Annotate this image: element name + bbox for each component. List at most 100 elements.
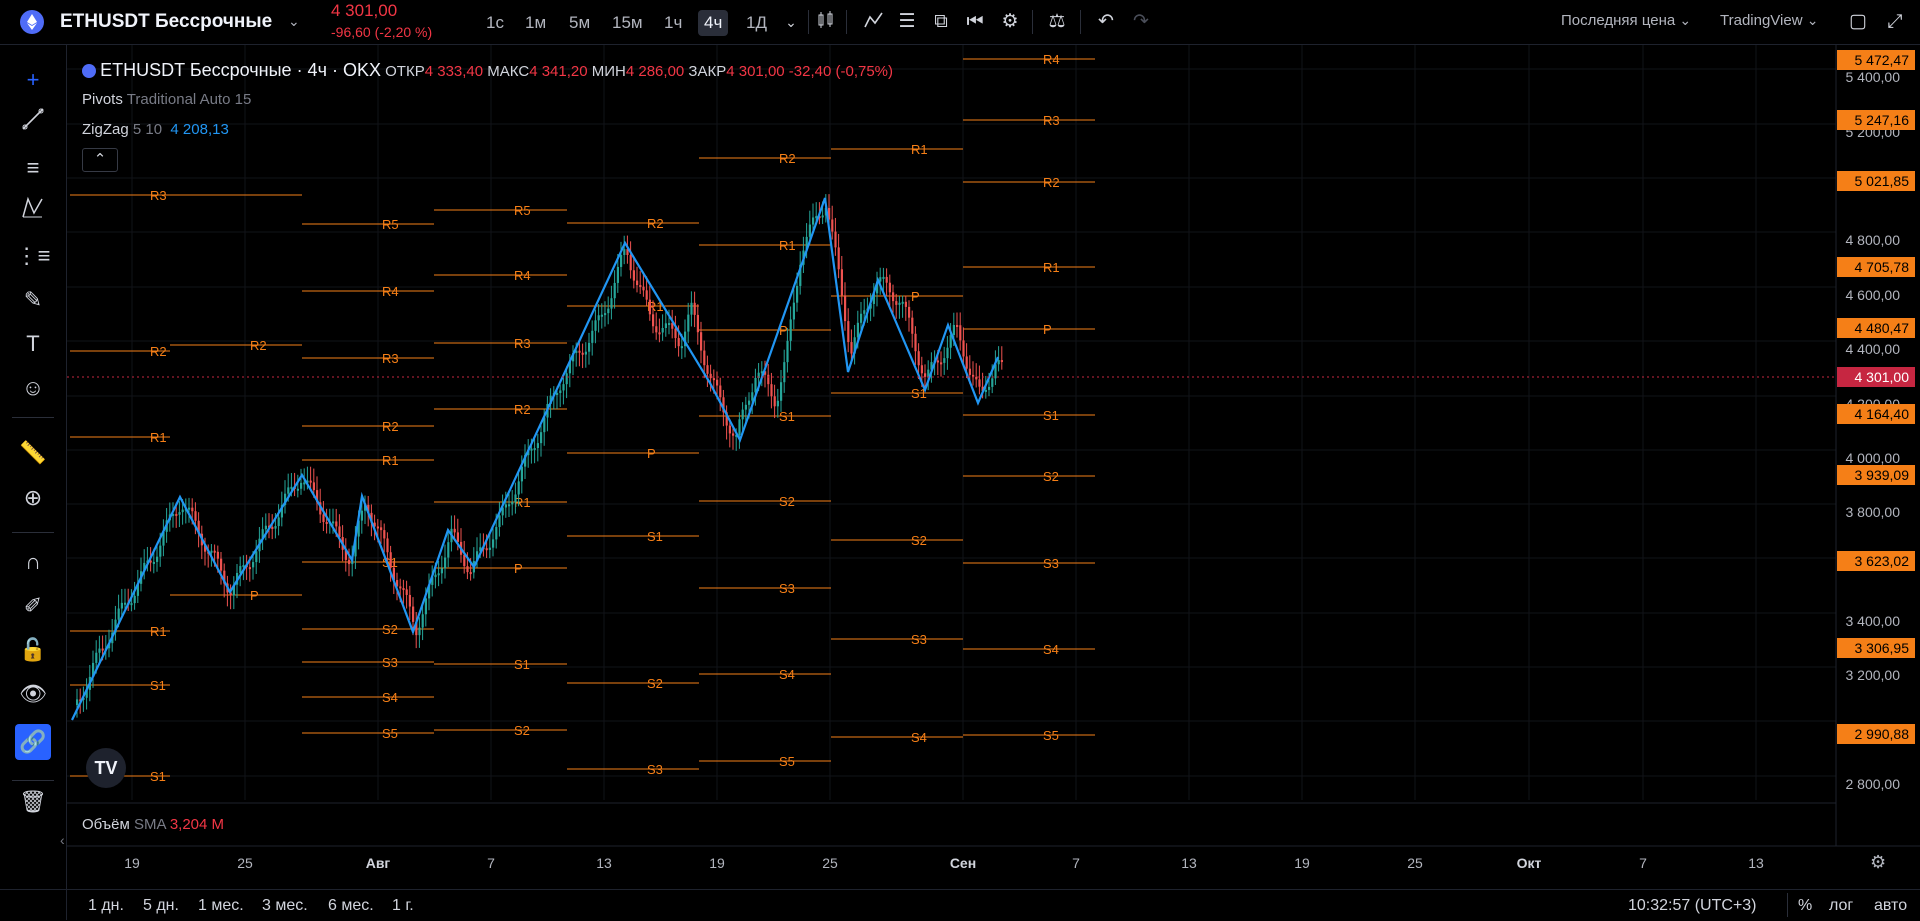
log-toggle[interactable]: лог	[1829, 897, 1853, 915]
candle	[248, 567, 251, 570]
candle	[914, 333, 917, 352]
open-label: ОТКР	[385, 63, 425, 80]
candle	[956, 324, 959, 327]
candle	[604, 313, 607, 316]
candle	[776, 400, 779, 407]
candle	[98, 648, 101, 653]
candle	[840, 269, 843, 296]
candle	[968, 368, 971, 375]
candle	[639, 285, 642, 288]
price-tick: 5 400,00	[1845, 69, 1901, 85]
percent-toggle[interactable]: %	[1798, 897, 1812, 915]
range-6m[interactable]: 6 мес.	[328, 897, 374, 915]
pivots-legend[interactable]: Pivots Traditional Auto 15	[82, 91, 251, 108]
candle	[220, 558, 223, 571]
pivot-level-label: S1	[514, 657, 530, 672]
pivot-level-label: S5	[382, 726, 398, 741]
candle	[767, 374, 770, 385]
pivot-price-badge: 3 623,02	[1837, 551, 1915, 571]
candle	[252, 562, 255, 568]
candle	[808, 224, 811, 237]
candle	[517, 481, 520, 495]
pivot-level-label: R5	[382, 217, 399, 232]
price-tick: 4 800,00	[1845, 232, 1901, 248]
tradingview-logo[interactable]: TV	[86, 748, 126, 788]
range-1m[interactable]: 1 мес.	[198, 897, 244, 915]
candle	[562, 384, 565, 391]
high-value: 4 341,20	[529, 63, 588, 80]
candle	[600, 314, 603, 317]
pivot-level-label: S2	[1043, 469, 1059, 484]
candle	[936, 360, 939, 363]
volume-value: 3,204 M	[169, 816, 225, 833]
pivot-level-label: R1	[1043, 260, 1060, 275]
pivot-price-badge: 4 480,47	[1837, 318, 1915, 338]
pivot-level-label: R3	[514, 336, 531, 351]
pivots-params: Traditional Auto 15	[126, 91, 252, 108]
pivot-level-label: S3	[382, 655, 398, 670]
candle	[597, 315, 600, 321]
pivot-level-label: S1	[150, 678, 166, 693]
candle	[309, 480, 312, 483]
range-5d[interactable]: 5 дн.	[143, 897, 179, 915]
volume-legend[interactable]: Объём SMA 3,204 M	[82, 816, 224, 833]
candle	[623, 249, 626, 256]
candle	[565, 373, 568, 385]
pivot-level-label: R1	[150, 624, 167, 639]
time-tick: 25	[237, 855, 253, 871]
last-price-badge: 4 301,00	[1837, 367, 1915, 387]
candle	[178, 512, 181, 515]
candle	[940, 362, 943, 365]
candle	[95, 652, 98, 663]
candle	[191, 507, 194, 512]
candle	[578, 350, 581, 353]
pivot-level-label: S4	[382, 690, 398, 705]
candle	[492, 539, 495, 548]
candle	[997, 360, 1000, 365]
candle	[277, 517, 280, 527]
legend-change: -32,40 (-0,75%)	[788, 63, 894, 80]
low-value: 4 286,00	[625, 63, 685, 80]
pivot-level-label: S1	[150, 769, 166, 784]
candle	[383, 530, 386, 539]
candle	[978, 379, 981, 387]
candle	[556, 392, 559, 395]
legend-title[interactable]: ETHUSDT Бессрочные · 4ч · OKX	[100, 60, 381, 80]
candle	[616, 266, 619, 283]
candle	[901, 301, 904, 304]
price-tick: 3 800,00	[1845, 504, 1901, 520]
pivot-level-label: S4	[779, 667, 795, 682]
candle	[812, 217, 815, 225]
candle	[408, 594, 411, 607]
candle	[440, 568, 443, 574]
zigzag-legend[interactable]: ZigZag 5 10 4 208,13	[82, 121, 229, 138]
candle	[706, 365, 709, 374]
candle	[917, 351, 920, 366]
range-1d[interactable]: 1 дн.	[88, 897, 124, 915]
candle	[885, 276, 888, 283]
candle	[447, 542, 450, 558]
candle	[76, 699, 79, 705]
pivot-level-label: R4	[382, 284, 399, 299]
candle	[789, 319, 792, 341]
clock[interactable]: 10:32:57 (UTC+3)	[1628, 897, 1757, 915]
candle	[386, 538, 389, 553]
candle	[988, 386, 991, 390]
auto-toggle[interactable]: авто	[1874, 897, 1907, 915]
candle	[412, 606, 415, 622]
candle	[680, 346, 683, 349]
candle	[690, 302, 693, 315]
range-1y[interactable]: 1 г.	[392, 897, 414, 915]
pivot-level-label: S4	[911, 730, 927, 745]
candle	[984, 389, 987, 392]
price-chart[interactable]: R3 R2 R1 R1 P S1 S1 R5 R4 R3 R2 R1 S1 S2 S3 S4 S5 R2 R5 R4 R…	[0, 0, 1920, 920]
candle	[188, 507, 191, 510]
gear-icon[interactable]: ⚙	[1870, 852, 1886, 873]
time-tick: 19	[1294, 855, 1310, 871]
collapse-legend-button[interactable]: ⌃	[82, 148, 118, 172]
time-tick: 7	[1072, 855, 1080, 871]
candle	[530, 448, 533, 451]
zigzag-value: 4 208,13	[170, 121, 229, 138]
range-3m[interactable]: 3 мес.	[262, 897, 308, 915]
time-tick: 19	[124, 855, 140, 871]
